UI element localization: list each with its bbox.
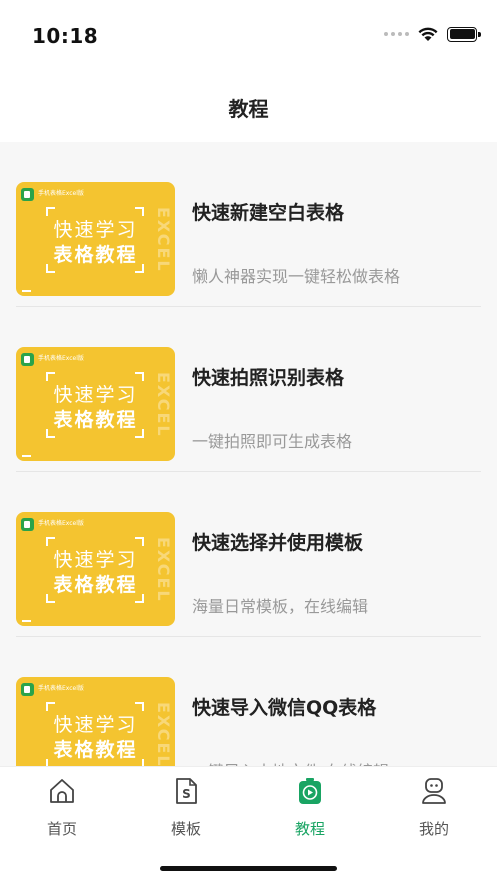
video-icon [299,778,321,804]
tab-tutorial[interactable]: 教程 [248,777,372,838]
tutorial-thumbnail: 手机表格Excel版 快速学习 表格教程 EXCEL [16,512,175,626]
tutorial-subtitle: 懒人神器实现一键轻松做表格 [192,267,401,286]
thumbnail-brand: 手机表格Excel版 [38,520,84,527]
tab-label: 我的 [418,820,449,838]
tutorial-item[interactable]: 手机表格Excel版 快速学习 表格教程 EXCEL 快速拍照识别表格 一键拍照… [0,307,497,472]
tutorial-title: 快速新建空白表格 [192,202,345,224]
tutorial-thumbnail: 手机表格Excel版 快速学习 表格教程 EXCEL [16,347,175,461]
tutorial-title: 快速选择并使用模板 [192,532,364,554]
status-time: 10:18 [32,24,99,48]
thumbnail-side-text: EXCEL [154,207,173,273]
thumbnail-brand: 手机表格Excel版 [38,685,84,692]
excel-logo-icon [21,188,34,201]
thumbnail-brand: 手机表格Excel版 [38,355,84,362]
tutorial-item[interactable]: 手机表格Excel版 快速学习 表格教程 EXCEL 快速新建空白表格 懒人神器… [0,142,497,307]
page-title: 教程 [228,96,269,121]
template-icon: S [176,778,197,804]
status-bar: 10:18 [0,0,497,72]
profile-icon [422,778,446,804]
wifi-icon [418,27,438,41]
tutorial-title: 快速拍照识别表格 [192,367,345,389]
tutorial-subtitle: 一键拍照即可生成表格 [192,432,353,451]
thumbnail-dash [22,455,31,457]
tutorial-list[interactable]: 手机表格Excel版 快速学习 表格教程 EXCEL 快速新建空白表格 懒人神器… [0,142,497,766]
thumbnail-side-text: EXCEL [154,702,173,766]
tutorial-item[interactable]: 手机表格Excel版 快速学习 表格教程 EXCEL 快速选择并使用模板 海量日… [0,472,497,637]
tab-label: 教程 [294,820,325,838]
thumbnail-side-text: EXCEL [154,537,173,603]
home-icon [50,779,74,803]
tutorial-title: 快速导入微信QQ表格 [192,697,377,719]
tutorial-thumbnail: 手机表格Excel版 快速学习 表格教程 EXCEL [16,182,175,296]
thumbnail-side-text: EXCEL [154,372,173,438]
tab-label: 模板 [170,820,201,838]
tab-label: 首页 [46,820,77,838]
home-indicator [160,866,337,871]
excel-logo-icon [21,353,34,366]
nav-bar: 教程 [0,72,497,142]
battery-icon [447,26,481,42]
tutorial-subtitle: 海量日常模板，在线编辑 [192,597,369,616]
signal-icon [384,32,409,36]
thumbnail-dash [22,290,31,292]
tab-template[interactable]: S 模板 [124,777,248,838]
tab-profile[interactable]: 我的 [372,777,496,838]
tutorial-item[interactable]: 手机表格Excel版 快速学习 表格教程 EXCEL 快速导入微信QQ表格 一键… [0,637,497,766]
thumbnail-dash [22,620,31,622]
excel-logo-icon [21,683,34,696]
thumbnail-brand: 手机表格Excel版 [38,190,84,197]
status-indicators [384,26,481,42]
svg-text:S: S [182,787,191,801]
tutorial-subtitle: 一键导入本地文件 在线编辑 [192,758,389,766]
tutorial-thumbnail: 手机表格Excel版 快速学习 表格教程 EXCEL [16,677,175,766]
tab-home[interactable]: 首页 [0,777,124,838]
excel-logo-icon [21,518,34,531]
